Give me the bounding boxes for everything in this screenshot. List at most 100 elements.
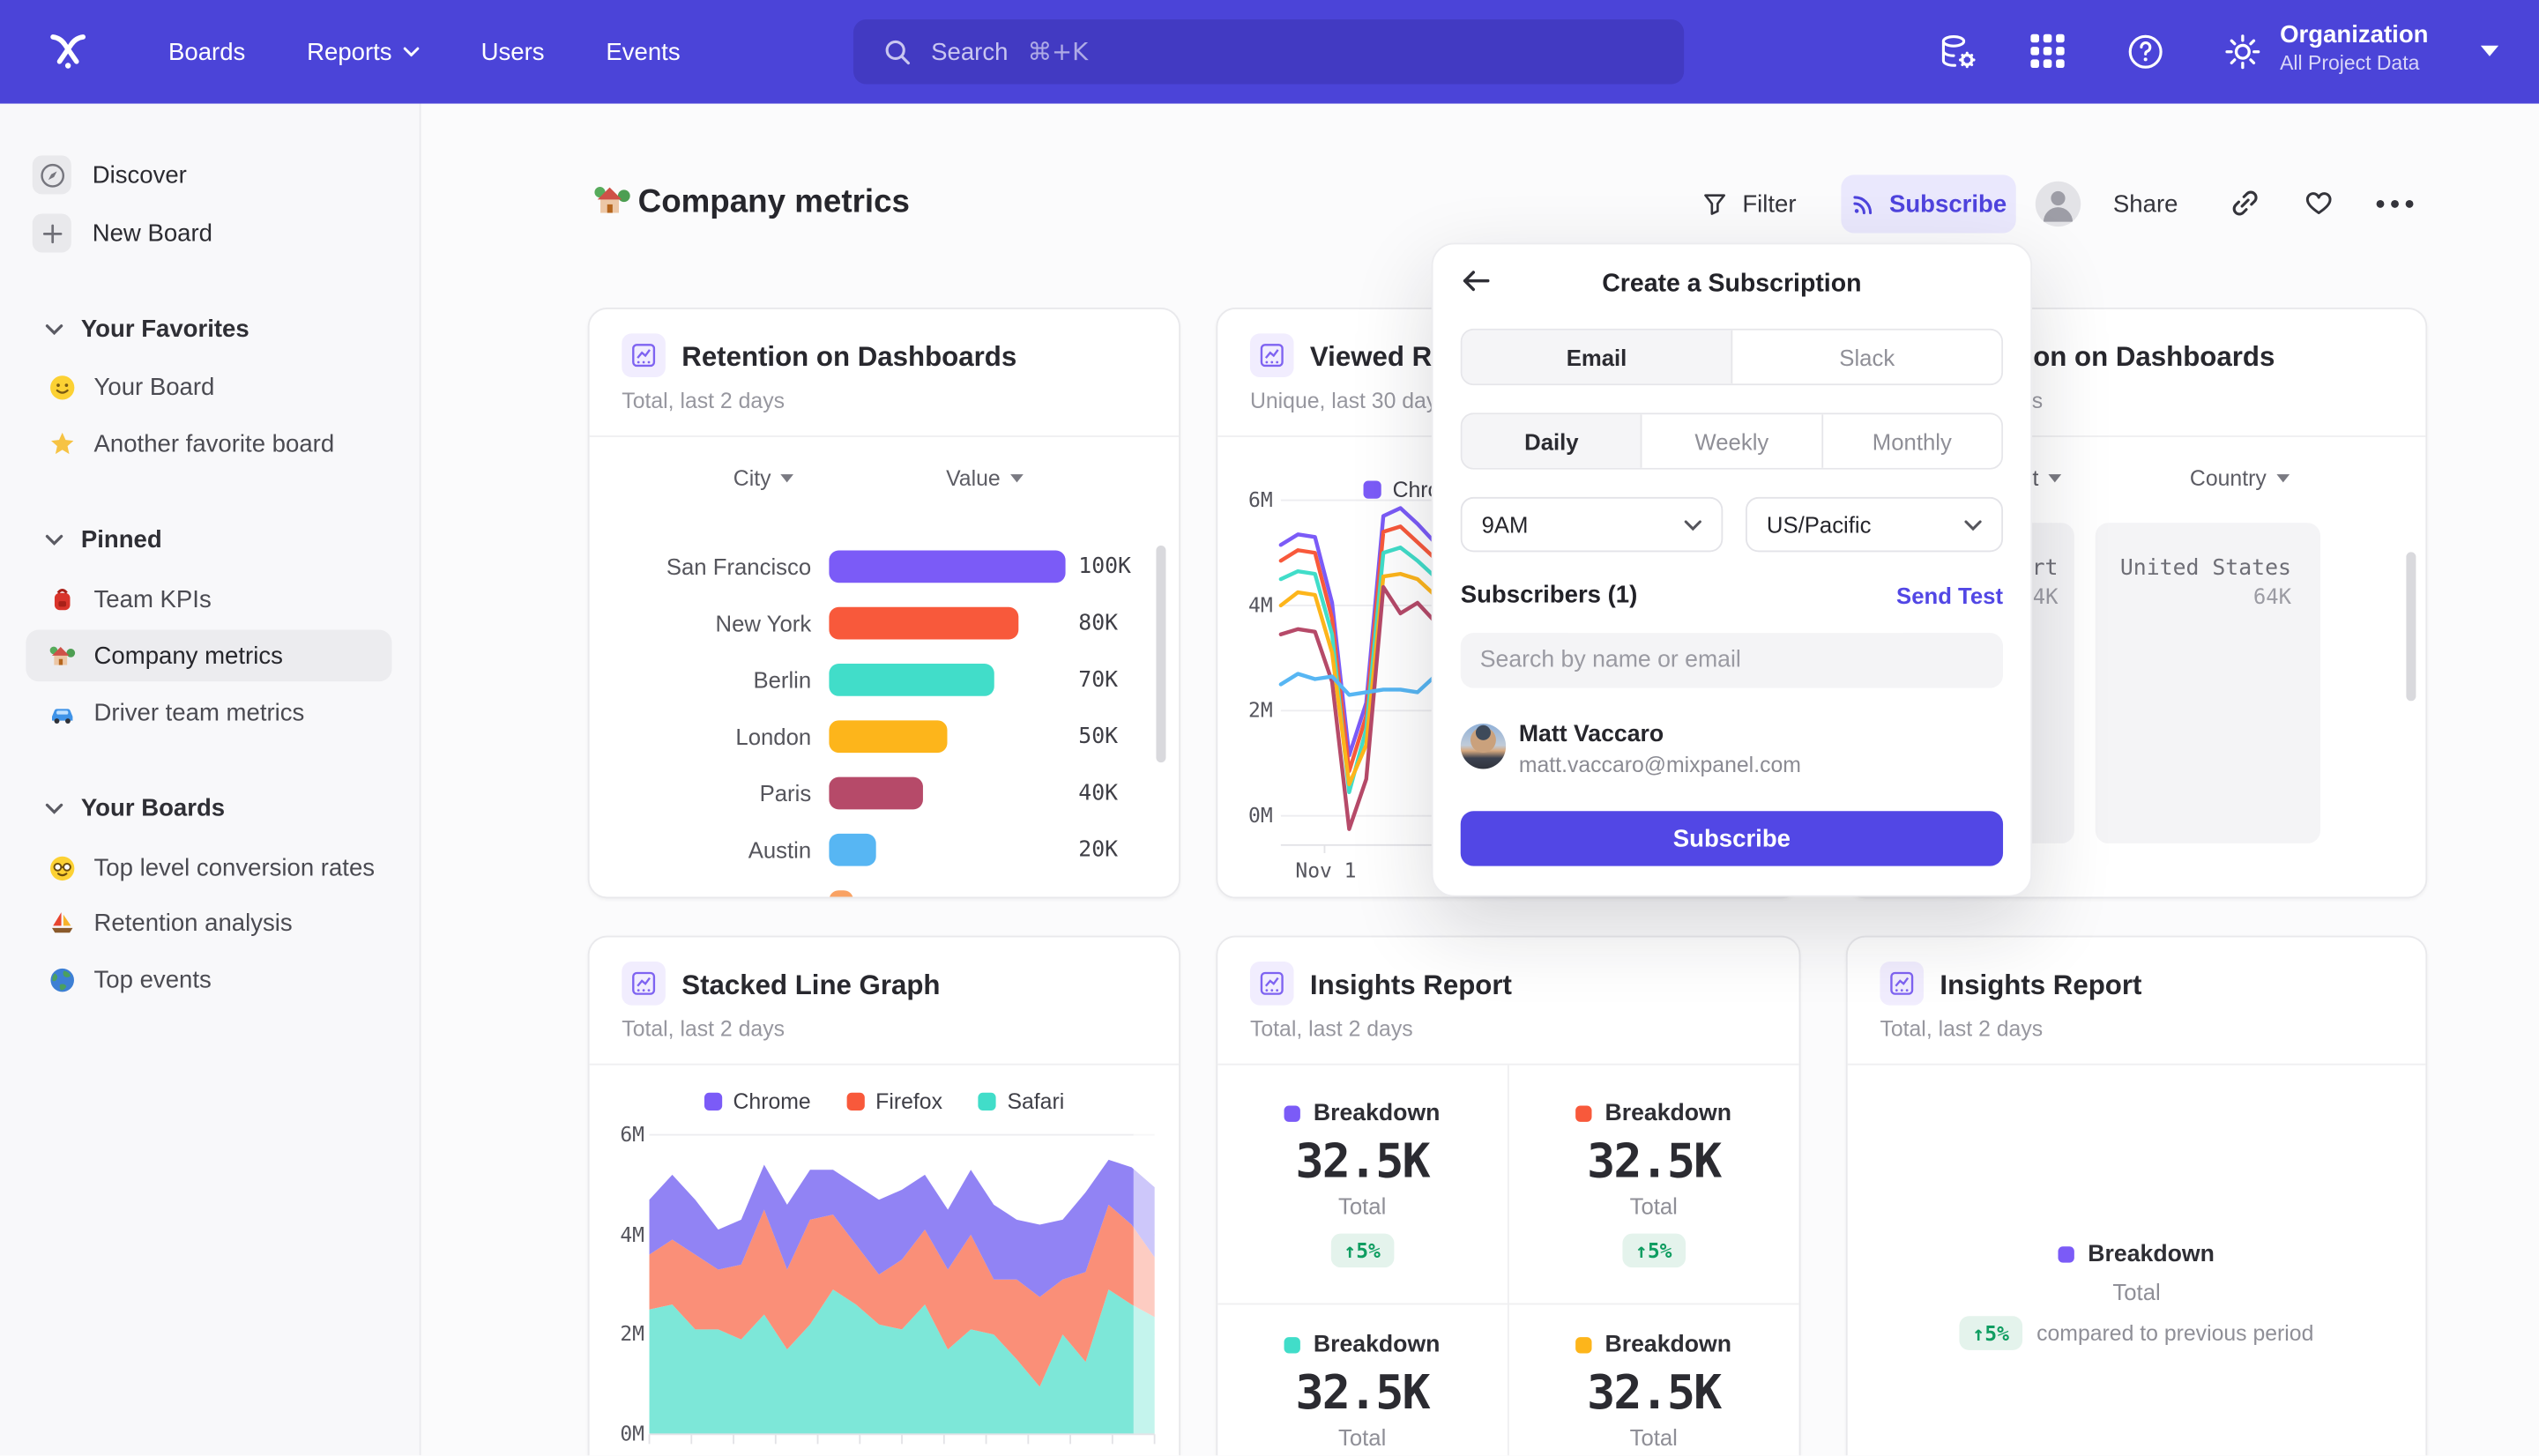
bar: [829, 833, 876, 865]
tab-monthly[interactable]: Monthly: [1821, 414, 2001, 468]
metric-label: Breakdown: [1314, 1332, 1441, 1357]
table-row[interactable]: San Francisco100K: [590, 538, 1180, 594]
table-row[interactable]: London50K: [590, 708, 1180, 764]
metric-tile[interactable]: Breakdown32.5KTotal↑5%: [1217, 1304, 1508, 1455]
metric-value: 32.5K: [1587, 1133, 1720, 1188]
delta-badge: ↑5%: [1331, 1234, 1394, 1268]
card-title[interactable]: Insights Report: [1940, 969, 2141, 1002]
column-header-city[interactable]: City: [687, 466, 840, 491]
sidebar-section-your-favorites[interactable]: Your Favorites: [45, 316, 249, 343]
chevron-down-icon: [1964, 519, 1982, 531]
insights-grid: Breakdown32.5KTotal↑5%Breakdown32.5KTota…: [1217, 1066, 1798, 1456]
smiley-emoji-icon: [48, 373, 76, 400]
time-select[interactable]: 9AM: [1461, 497, 1724, 552]
series-color-dot: [2059, 1246, 2074, 1262]
tab-email[interactable]: Email: [1463, 331, 1731, 384]
tab-weekly[interactable]: Weekly: [1641, 414, 1820, 468]
star-emoji-icon: [48, 430, 76, 457]
stacked-chart-svg: [590, 937, 1180, 1455]
subscriber-email: matt.vaccaro@mixpanel.com: [1519, 753, 1801, 777]
timezone-select[interactable]: US/Pacific: [1746, 497, 2003, 552]
column-header-country[interactable]: Country: [2158, 466, 2320, 491]
sidebar-item-another-favorite-board[interactable]: Another favorite board: [0, 418, 420, 470]
sailboat-emoji-icon: [48, 909, 76, 936]
card-title[interactable]: Insights Report: [1310, 969, 1512, 1002]
subscribe-button[interactable]: Subscribe: [1841, 175, 2015, 233]
sort-chevron-icon: [2276, 474, 2290, 482]
series-color-dot: [1284, 1105, 1300, 1121]
help-icon[interactable]: [2125, 31, 2167, 73]
single-metric: Breakdown Total ↑5% compared to previous…: [1848, 1242, 2426, 1350]
tab-daily[interactable]: Daily: [1463, 414, 1642, 468]
sidebar-section-pinned[interactable]: Pinned: [45, 526, 161, 553]
table-row[interactable]: Paris40K: [590, 764, 1180, 821]
sidebar-section-your-boards[interactable]: Your Boards: [45, 795, 225, 822]
retention-rows: San Francisco100KNew York80KBerlin70KLon…: [590, 538, 1180, 897]
card-stacked-line-graph: Stacked Line Graph Total, last 2 days Ch…: [588, 936, 1180, 1456]
globe-emoji-icon: [48, 966, 76, 993]
nav-item-reports[interactable]: Reports: [307, 38, 420, 65]
mixpanel-logo[interactable]: [45, 27, 90, 72]
sidebar-item-driver-team-metrics[interactable]: Driver team metrics: [0, 687, 420, 739]
backpack-emoji-icon: [48, 585, 76, 613]
more-options-icon[interactable]: [2374, 197, 2416, 211]
data-connections-icon[interactable]: [1937, 31, 1979, 73]
create-subscription-modal: Create a Subscription Email Slack Daily …: [1432, 243, 2032, 897]
table-row[interactable]: Austin20K: [590, 821, 1180, 877]
subscriber-name: Matt Vaccaro: [1519, 722, 1664, 747]
org-chevron-down-icon[interactable]: [2481, 45, 2498, 56]
sidebar-item-new-board[interactable]: New Board: [0, 207, 420, 259]
card-scrollbar[interactable]: [2406, 552, 2416, 701]
sidebar-item-top-level-conversion-rates[interactable]: Top level conversion rates: [0, 842, 420, 894]
bar: [829, 776, 923, 809]
bar: [829, 889, 853, 896]
table-row[interactable]: Berlin70K: [590, 650, 1180, 707]
sidebar-item-top-events[interactable]: Top events: [0, 954, 420, 1006]
table-row[interactable]: Bangalore10K: [590, 878, 1180, 897]
table-cell-country[interactable]: United States 64K: [2096, 523, 2320, 843]
metric-tile[interactable]: Breakdown32.5KTotal↑5%: [1508, 1066, 1799, 1305]
filter-button[interactable]: Filter: [1701, 182, 1796, 227]
send-test-link[interactable]: Send Test: [1896, 583, 2003, 608]
subscriber-search-input[interactable]: [1461, 633, 2003, 687]
mixpanel-logo-icon: [45, 27, 90, 72]
mixpanel-app: Boards Reports Users Events Search ⌘+K: [0, 0, 2539, 1455]
search-input[interactable]: Search ⌘+K: [853, 19, 1684, 84]
y-axis-label: 4M: [596, 1222, 644, 1246]
sidebar-item-team-kpis[interactable]: Team KPIs: [0, 573, 420, 625]
chevron-down-icon: [45, 534, 63, 546]
org-switcher[interactable]: Organization All Project Data: [2280, 19, 2428, 76]
card-scrollbar[interactable]: [1156, 546, 1165, 762]
filter-funnel-icon: [1701, 191, 1727, 217]
search-icon: [882, 37, 912, 66]
metric-sub: Total: [1630, 1423, 1678, 1449]
nav-menu: Boards Reports Users Events: [168, 0, 681, 104]
tab-slack[interactable]: Slack: [1731, 331, 2001, 384]
sidebar-item-company-metrics[interactable]: Company metrics: [26, 629, 391, 681]
y-axis-label: 6M: [1225, 487, 1273, 512]
metric-tile[interactable]: Breakdown32.5KTotal↑5%: [1508, 1304, 1799, 1455]
nav-item-users[interactable]: Users: [481, 38, 545, 65]
copy-link-icon[interactable]: [2230, 188, 2260, 219]
chevron-down-icon: [45, 803, 63, 814]
favorite-heart-icon[interactable]: [2303, 186, 2335, 219]
nav-item-boards[interactable]: Boards: [168, 38, 245, 65]
modal-subscribe-button[interactable]: Subscribe: [1461, 811, 2003, 865]
share-button[interactable]: Share: [2113, 191, 2178, 219]
column-header-value[interactable]: Value: [907, 466, 1062, 491]
house-emoji-icon: [48, 642, 76, 669]
sidebar-item-retention-analysis[interactable]: Retention analysis: [0, 897, 420, 949]
user-avatar[interactable]: [2036, 182, 2081, 227]
metric-tile[interactable]: Breakdown32.5KTotal↑5%: [1217, 1066, 1508, 1305]
table-row[interactable]: New York80K: [590, 594, 1180, 650]
metric-value: 32.5K: [1296, 1133, 1429, 1188]
sidebar-item-discover[interactable]: Discover: [0, 149, 420, 201]
nav-item-events[interactable]: Events: [606, 38, 680, 65]
plus-icon: [33, 213, 71, 252]
sidebar-item-your-board[interactable]: Your Board: [0, 361, 420, 413]
settings-gear-icon[interactable]: [2222, 31, 2264, 73]
frequency-tabs: Daily Weekly Monthly: [1461, 412, 2003, 469]
card-title[interactable]: Retention on Dashboards: [681, 342, 1016, 375]
apps-grid-icon[interactable]: [2028, 31, 2070, 73]
metric-value: 32.5K: [1587, 1363, 1720, 1418]
